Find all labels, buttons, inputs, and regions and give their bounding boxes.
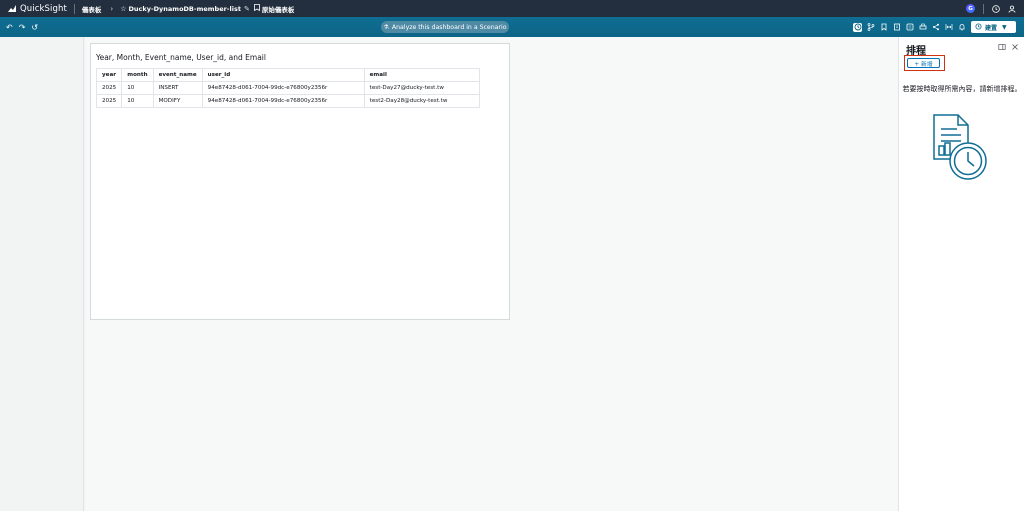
dock-panel-icon[interactable]	[998, 43, 1006, 53]
schedule-panel: 排程 + 新增 若要按時取得所需內容，請新增排程。	[898, 37, 1024, 511]
column-header-year[interactable]: year	[95, 68, 123, 82]
share-icon[interactable]	[931, 23, 940, 32]
chevron-right-icon: ›	[110, 4, 114, 13]
table-row[interactable]: 2025 10 MODIFY 94e87428-d061-7004-99dc-e…	[95, 94, 480, 108]
table-header-row: year month event_name user_id email	[95, 68, 480, 82]
cell-email: test-Day27@ducky-test.tw	[363, 81, 480, 95]
schedule-document-clock-icon	[930, 113, 990, 187]
user-icon[interactable]	[1008, 5, 1016, 13]
build-dropdown-button[interactable]: 建置 ▼	[971, 21, 1016, 33]
cell-event-name: INSERT	[152, 81, 203, 95]
table-row[interactable]: 2025 10 INSERT 94e87428-d061-7004-99dc-e…	[95, 81, 480, 95]
column-header-event-name[interactable]: event_name	[152, 68, 203, 82]
dashboard-toolbar: ↶ ↷ ↺ ⚗ Analyze this dashboard in a Scen…	[0, 17, 1024, 37]
table-visual[interactable]: Year, Month, Event_name, User_id, and Em…	[90, 43, 510, 320]
report-icon[interactable]	[892, 23, 901, 32]
caret-down-icon: ▼	[1002, 23, 1007, 31]
breadcrumb-dashboards[interactable]: 儀表板	[82, 4, 102, 14]
schedule-icon[interactable]	[853, 22, 862, 32]
left-margin	[0, 37, 84, 511]
brand-name: QuickSight	[20, 3, 67, 14]
close-icon[interactable]	[1011, 43, 1019, 53]
analyze-scenario-button[interactable]: ⚗ Analyze this dashboard in a Scenario	[381, 21, 509, 33]
empty-state-message: 若要按時取得所需內容，請新增排程。	[902, 85, 1022, 93]
visual-title: Year, Month, Event_name, User_id, and Em…	[96, 53, 266, 62]
highlight-box: + 新增	[904, 55, 945, 71]
quicksight-logo-icon	[7, 4, 17, 13]
cell-event-name: MODIFY	[152, 94, 203, 108]
build-label: 建置	[985, 24, 998, 32]
reset-icon[interactable]: ↺	[31, 23, 38, 32]
redo-icon[interactable]: ↷	[19, 23, 26, 32]
cell-user-id: 94e87428-d061-7004-99dc-e76800y2356r	[201, 81, 365, 95]
divider	[73, 3, 75, 14]
cell-user-id: 94e87428-d061-7004-99dc-e76800y2356r	[201, 94, 365, 108]
help-icon[interactable]	[992, 4, 1000, 13]
pencil-icon[interactable]: ✎	[244, 5, 250, 13]
bookmark-icon[interactable]	[253, 4, 260, 13]
undo-icon[interactable]: ↶	[6, 23, 13, 32]
cell-year: 2025	[95, 81, 123, 95]
column-header-email[interactable]: email	[363, 68, 480, 82]
original-dashboard-link[interactable]: 原始儀表板	[262, 4, 295, 14]
dashboard-name: Ducky-DynamoDB-member-list	[128, 4, 241, 13]
clock-icon	[975, 22, 982, 32]
brand[interactable]: QuickSight	[0, 0, 67, 17]
data-table: year month event_name user_id email 2025…	[95, 68, 480, 108]
bookmark-icon[interactable]	[879, 23, 888, 32]
scenario-icon: ⚗	[383, 23, 389, 31]
bell-icon[interactable]	[957, 23, 966, 32]
cell-year: 2025	[95, 94, 123, 108]
alert-list-icon[interactable]	[905, 23, 914, 32]
branch-icon[interactable]	[866, 23, 875, 32]
top-navigation-bar: QuickSight 儀表板 › ☆ Ducky-DynamoDB-member…	[0, 0, 1024, 17]
scenario-button-label: Analyze this dashboard in a Scenario	[391, 23, 507, 31]
add-schedule-button[interactable]: + 新增	[907, 58, 940, 68]
divider	[983, 3, 984, 14]
fit-width-icon[interactable]	[944, 23, 953, 32]
cell-month: 10	[121, 94, 154, 108]
column-header-user-id[interactable]: user_id	[201, 68, 365, 82]
cell-month: 10	[121, 81, 154, 95]
account-badge-icon[interactable]: G	[966, 4, 975, 13]
column-header-month[interactable]: month	[121, 68, 154, 82]
print-icon[interactable]	[918, 23, 927, 32]
star-icon[interactable]: ☆	[120, 5, 126, 13]
cell-email: test2-Day28@ducky-test.tw	[363, 94, 480, 108]
